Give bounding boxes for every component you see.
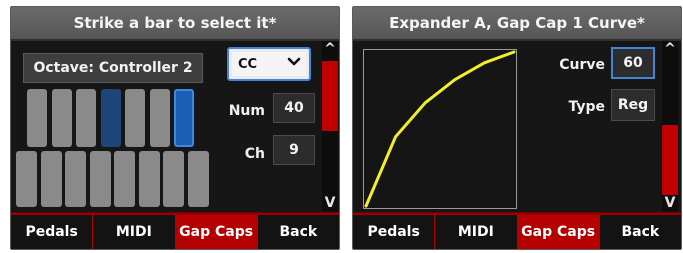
bar-select-panel: Strike a bar to select it* Octave: Contr… xyxy=(10,6,340,250)
panel-title: Strike a bar to select it* xyxy=(11,7,339,41)
bottom-tab-bar: Pedals MIDI Gap Caps Back xyxy=(11,212,339,249)
curve-plot xyxy=(364,50,516,208)
scrollbar[interactable]: ^ V xyxy=(322,41,338,211)
tab-midi[interactable]: MIDI xyxy=(93,213,176,249)
scroll-down-arrow[interactable]: V xyxy=(662,195,678,211)
gap-cap-curve-panel: Expander A, Gap Cap 1 Curve* Curve 60 Ty… xyxy=(352,6,682,250)
scroll-thumb[interactable] xyxy=(322,61,338,131)
gap-cap-bar[interactable] xyxy=(40,151,62,207)
gap-cap-bar[interactable] xyxy=(89,151,111,207)
gap-cap-bar[interactable] xyxy=(27,89,47,147)
tab-back[interactable]: Back xyxy=(599,213,681,249)
tab-gap-caps[interactable]: Gap Caps xyxy=(175,213,258,249)
gap-cap-bar[interactable] xyxy=(51,89,72,147)
scroll-thumb[interactable] xyxy=(662,125,678,195)
tab-back[interactable]: Back xyxy=(257,213,339,249)
gap-cap-bar[interactable] xyxy=(100,89,121,147)
type-value-field[interactable]: Reg xyxy=(611,89,655,121)
gap-cap-bar[interactable] xyxy=(138,151,160,207)
panel-title: Expander A, Gap Cap 1 Curve* xyxy=(353,7,681,41)
octave-label: Octave: Controller 2 xyxy=(23,53,203,83)
type-label: Type xyxy=(568,99,605,115)
tab-midi[interactable]: MIDI xyxy=(435,213,518,249)
gap-cap-bar[interactable] xyxy=(16,151,37,207)
tab-pedals[interactable]: Pedals xyxy=(11,213,94,249)
scroll-up-arrow[interactable]: ^ xyxy=(322,41,338,57)
curve-label: Curve xyxy=(559,57,605,73)
gap-cap-bar[interactable] xyxy=(149,89,170,147)
num-label: Num xyxy=(228,103,265,119)
curve-value-field[interactable]: 60 xyxy=(611,47,655,79)
gap-cap-bar[interactable] xyxy=(187,151,209,207)
channel-field[interactable]: 9 xyxy=(273,135,315,165)
gap-cap-bar[interactable] xyxy=(125,89,145,147)
message-type-dropdown[interactable]: CC xyxy=(227,47,311,81)
gap-cap-bar[interactable] xyxy=(65,151,86,207)
curve-line xyxy=(364,50,516,208)
selected-gap-cap-bar[interactable] xyxy=(174,89,194,147)
scrollbar[interactable]: ^ V xyxy=(662,41,678,211)
gap-cap-bar[interactable] xyxy=(114,151,135,207)
chevron-down-icon xyxy=(287,55,301,73)
gap-cap-bar[interactable] xyxy=(163,151,184,207)
scroll-up-arrow[interactable]: ^ xyxy=(662,41,678,57)
scroll-down-arrow[interactable]: V xyxy=(322,195,338,211)
num-field[interactable]: 40 xyxy=(273,93,315,123)
bottom-tab-bar: Pedals MIDI Gap Caps Back xyxy=(353,212,681,249)
channel-label: Ch xyxy=(244,146,265,162)
curve-graph xyxy=(363,49,517,209)
gap-cap-bar[interactable] xyxy=(76,89,96,147)
message-type-value: CC xyxy=(238,56,258,72)
tab-gap-caps[interactable]: Gap Caps xyxy=(517,213,600,249)
tab-pedals[interactable]: Pedals xyxy=(353,213,436,249)
